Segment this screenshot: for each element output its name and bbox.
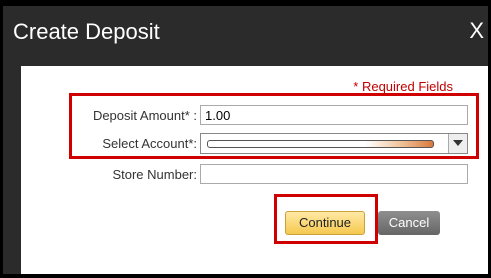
dialog-title: Create Deposit [13,19,160,44]
cancel-button[interactable]: Cancel [378,211,440,235]
highlight-continue-button [274,194,378,244]
highlight-required-fields [69,93,479,159]
store-number-input[interactable] [200,164,468,184]
close-button[interactable]: X [469,18,484,44]
required-fields-note: * Required Fields [353,79,453,94]
dialog-title-bar: Create Deposit X [3,6,488,65]
store-number-label: Store Number: [112,167,197,182]
